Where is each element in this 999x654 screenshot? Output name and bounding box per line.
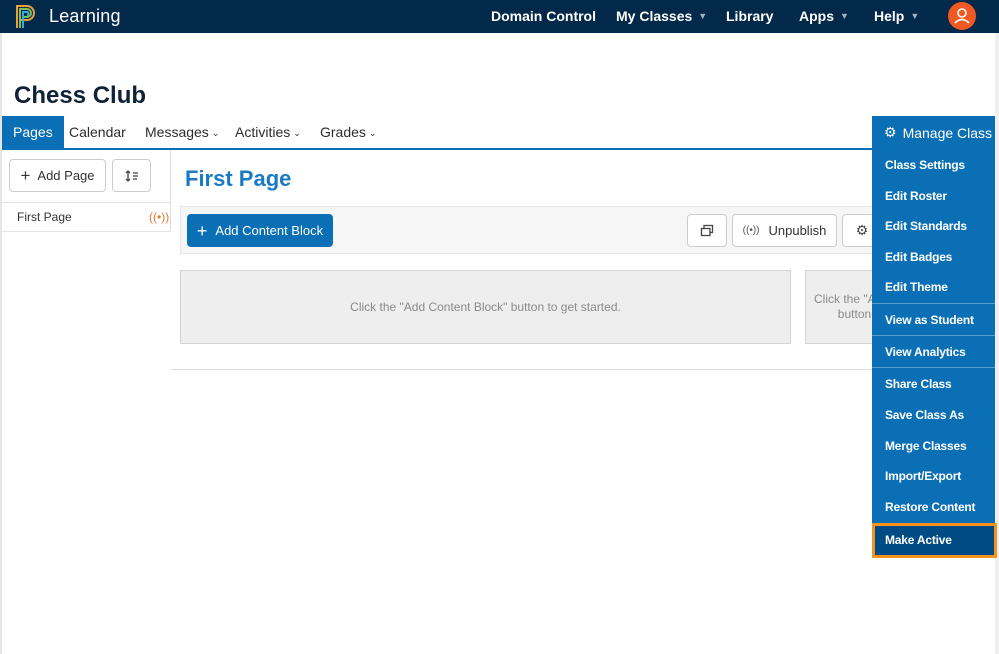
menu-item-class-settings[interactable]: Class Settings bbox=[885, 158, 965, 172]
tab-calendar[interactable]: Calendar bbox=[69, 116, 126, 148]
chevron-down-icon: ⌄ bbox=[211, 128, 220, 138]
menu-item-save-class-as[interactable]: Save Class As bbox=[885, 408, 964, 422]
nav-library[interactable]: Library bbox=[726, 8, 773, 24]
add-page-button[interactable]: + Add Page bbox=[9, 159, 106, 192]
page-content-area: First Page + Add Content Block ((•)) Unp… bbox=[171, 150, 911, 370]
sort-icon bbox=[125, 169, 138, 182]
broadcast-icon: ((•)) bbox=[149, 210, 170, 224]
menu-item-restore-content[interactable]: Restore Content bbox=[885, 500, 976, 514]
class-title: Chess Club bbox=[14, 82, 147, 109]
nav-my-classes[interactable]: My Classes ▼ bbox=[616, 8, 707, 24]
menu-item-edit-standards[interactable]: Edit Standards bbox=[885, 219, 967, 233]
menu-item-make-active[interactable]: Make Active bbox=[872, 523, 997, 558]
broadcast-icon: ((•)) bbox=[742, 225, 760, 236]
nav-help[interactable]: Help ▼ bbox=[874, 8, 919, 24]
unpublish-button[interactable]: ((•)) Unpublish bbox=[732, 214, 837, 247]
chevron-down-icon: ▼ bbox=[840, 11, 849, 21]
reorder-pages-button[interactable] bbox=[112, 159, 151, 192]
duplicate-button[interactable] bbox=[687, 214, 727, 247]
add-content-block-button[interactable]: + Add Content Block bbox=[187, 214, 333, 247]
chevron-down-icon: ▼ bbox=[698, 11, 708, 21]
list-item[interactable]: First Page ((•)) bbox=[2, 202, 171, 232]
menu-item-share-class[interactable]: Share Class bbox=[885, 377, 952, 391]
top-navigation-bar: Learning Domain Control My Classes ▼ Libr… bbox=[0, 0, 999, 33]
page-title: First Page bbox=[185, 166, 292, 191]
user-avatar[interactable] bbox=[948, 2, 976, 30]
page-toolbar: + Add Content Block ((•)) Unpublish ⚙ bbox=[180, 206, 900, 254]
user-icon bbox=[954, 8, 970, 24]
manage-class-button[interactable]: ⚙ Manage Class bbox=[872, 116, 995, 149]
tab-pages[interactable]: Pages bbox=[2, 116, 64, 148]
menu-divider bbox=[872, 335, 995, 336]
frame-border-right bbox=[995, 33, 999, 654]
menu-item-view-as-student[interactable]: View as Student bbox=[885, 313, 974, 327]
chevron-down-icon: ▼ bbox=[910, 11, 920, 21]
menu-item-merge-classes[interactable]: Merge Classes bbox=[885, 439, 967, 453]
menu-item-edit-roster[interactable]: Edit Roster bbox=[885, 189, 947, 203]
class-tab-bar: Pages Calendar Messages ⌄ Activities ⌄ Gra… bbox=[2, 116, 995, 150]
menu-item-view-analytics[interactable]: View Analytics bbox=[885, 345, 966, 359]
menu-divider bbox=[872, 367, 995, 368]
brand-name[interactable]: Learning bbox=[49, 6, 121, 27]
nav-domain-control[interactable]: Domain Control bbox=[491, 8, 596, 24]
tab-messages[interactable]: Messages ⌄ bbox=[145, 116, 219, 148]
plus-icon: + bbox=[20, 166, 31, 185]
plus-icon: + bbox=[196, 220, 208, 241]
tab-grades[interactable]: Grades ⌄ bbox=[320, 116, 376, 148]
menu-item-import-export[interactable]: Import/Export bbox=[885, 469, 961, 483]
pages-sidebar: + Add Page First Page ((•)) bbox=[2, 150, 171, 232]
chevron-down-icon: ⌄ bbox=[293, 128, 301, 138]
p-logo-icon[interactable] bbox=[14, 3, 40, 29]
copy-icon bbox=[700, 224, 714, 236]
gear-icon: ⚙ bbox=[855, 222, 869, 238]
gear-icon: ⚙ bbox=[884, 124, 897, 140]
menu-item-edit-badges[interactable]: Edit Badges bbox=[885, 250, 952, 264]
content-placeholder: Click the "Add Content Block" button to … bbox=[180, 270, 791, 344]
chevron-down-icon: ⌄ bbox=[368, 128, 377, 138]
menu-divider bbox=[872, 303, 995, 304]
menu-item-edit-theme[interactable]: Edit Theme bbox=[885, 280, 948, 294]
manage-class-menu: Class Settings Edit Roster Edit Standard… bbox=[872, 149, 995, 558]
nav-apps[interactable]: Apps ▼ bbox=[799, 8, 849, 24]
tab-activities[interactable]: Activities ⌄ bbox=[235, 116, 301, 148]
